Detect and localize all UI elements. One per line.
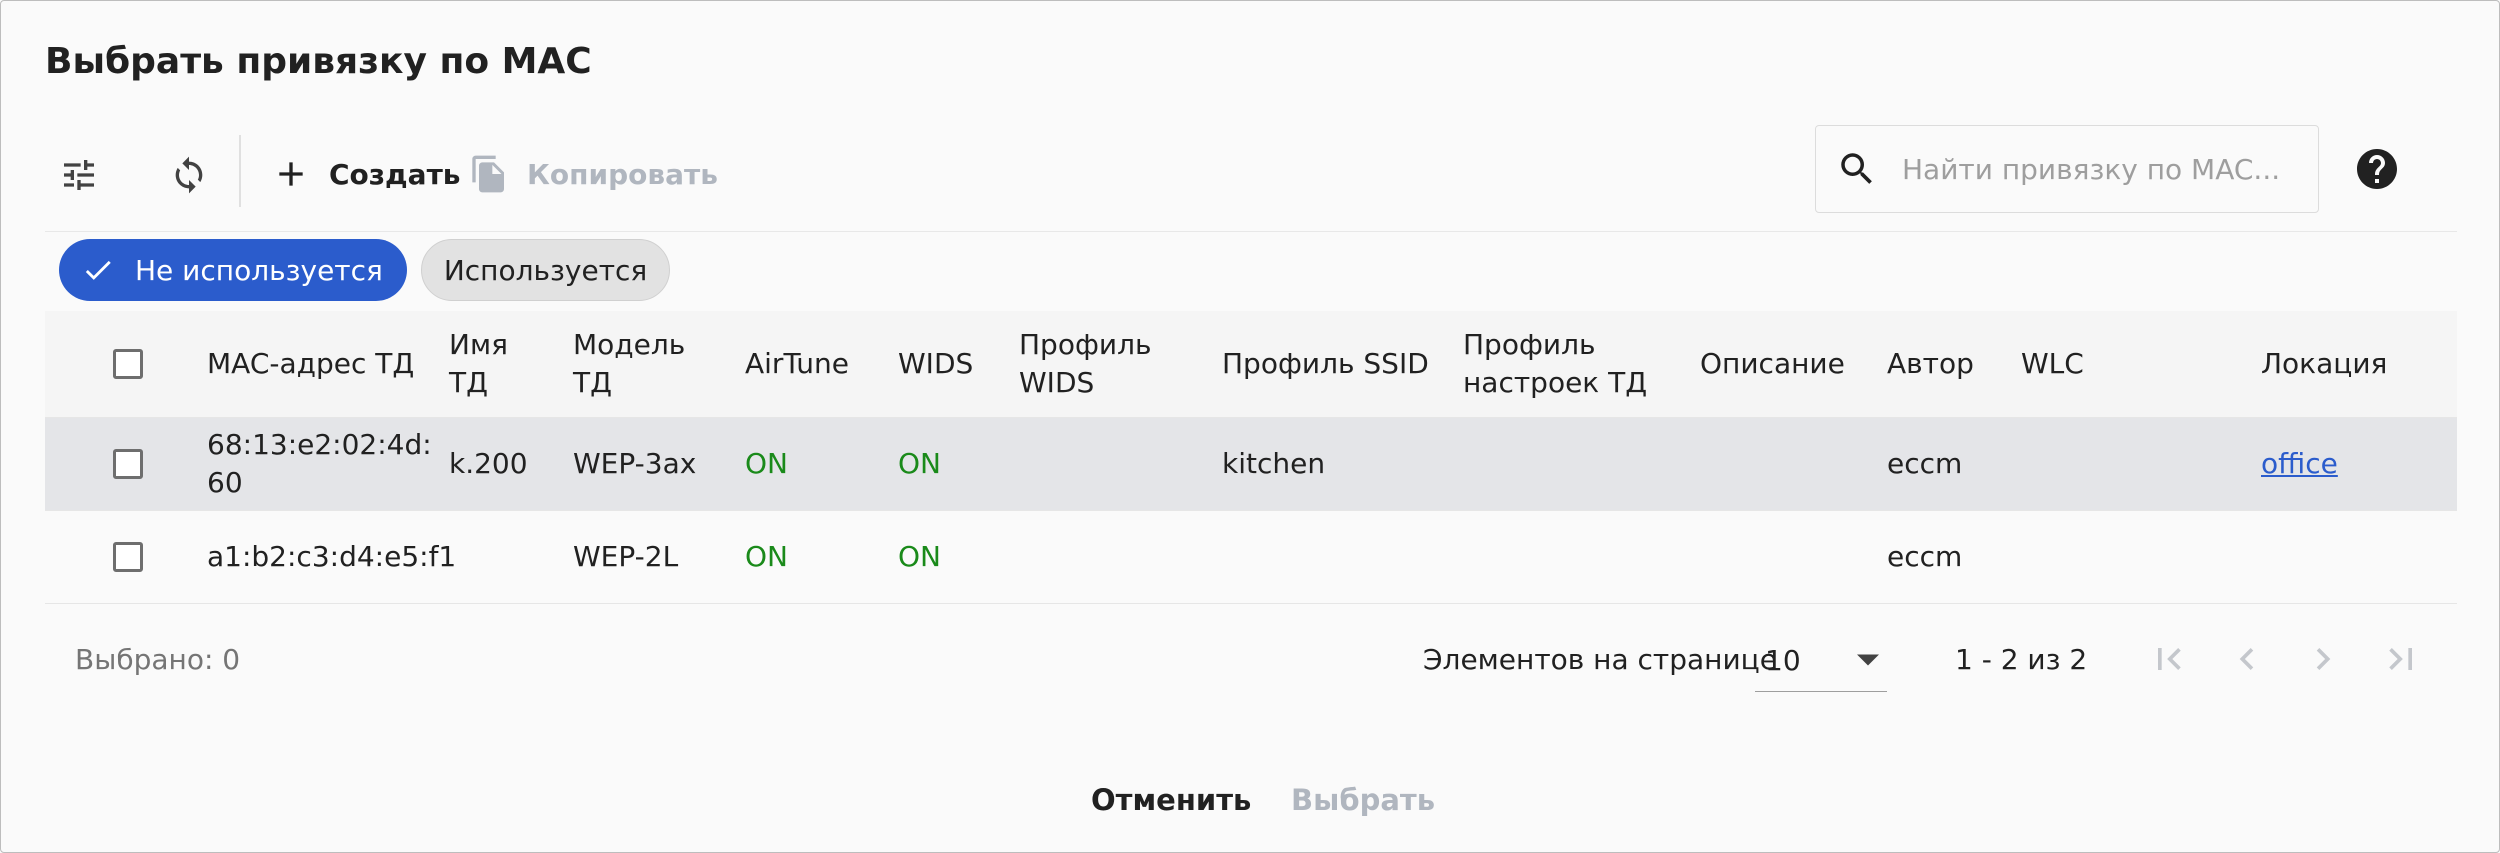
tune-icon [64, 160, 94, 190]
per-page-select[interactable]: 10 [1755, 629, 1887, 692]
copy-button[interactable]: Копировать [469, 149, 718, 199]
cell-airtune: ON [745, 540, 788, 573]
header-wlc[interactable]: WLC [2021, 311, 2141, 417]
cell-airtune: ON [745, 447, 788, 480]
dialog-actions: Отменить Выбрать [1, 777, 2500, 829]
row-checkbox-cell [113, 418, 143, 510]
header-wids-profile[interactable]: Профиль WIDS [1019, 311, 1199, 417]
prev-page-button[interactable] [2225, 637, 2269, 684]
table-header: MAC-адрес ТД Имя ТД Модель ТД AirTune WI… [45, 311, 2457, 418]
help-button[interactable] [2353, 145, 2401, 196]
header-airtune[interactable]: AirTune [745, 311, 885, 417]
cell-wids: ON [898, 540, 941, 573]
search-icon [1841, 153, 1872, 184]
table-footer: Выбрано: 0 Элементов на странице 10 1 - … [45, 611, 2457, 707]
header-description[interactable]: Описание [1700, 311, 1850, 417]
row-checkbox[interactable] [113, 542, 143, 572]
table-row[interactable]: a1:b2:c3:d4:e5:f1 WEP-2L ON ON eccm [45, 511, 2457, 604]
cell-name: k.200 [449, 447, 528, 480]
copy-label: Копировать [527, 157, 718, 191]
cancel-button[interactable]: Отменить [1091, 783, 1251, 817]
header-author[interactable]: Автор [1887, 311, 1997, 417]
location-link[interactable]: office [2261, 445, 2338, 483]
dialog-title: Выбрать привязку по MAC [45, 41, 592, 82]
mac-binding-table: MAC-адрес ТД Имя ТД Модель ТД AirTune WI… [45, 311, 2457, 604]
row-checkbox-cell [113, 511, 143, 603]
cell-author: eccm [1887, 447, 1963, 480]
header-location[interactable]: Локация [2261, 311, 2441, 417]
toolbar-divider [239, 135, 241, 207]
first-page-button[interactable] [2147, 637, 2191, 684]
mac-binding-dialog: Выбрать привязку по MAC Создать Копирова… [0, 0, 2500, 853]
cell-model: WEP-2L [573, 540, 679, 573]
chip-not-used-label: Не используется [135, 253, 383, 287]
plus-icon [279, 162, 303, 186]
row-checkbox[interactable] [113, 449, 143, 479]
selected-count: Выбрано: 0 [75, 643, 241, 676]
select-all-checkbox[interactable] [113, 349, 143, 379]
cell-ssid-profile: kitchen [1222, 447, 1326, 480]
cell-location: office [2261, 418, 2338, 510]
toolbar: Создать Копировать [45, 119, 2457, 232]
table-row[interactable]: 68:13:e2:02:4d:60 k.200 WEP-3ax ON ON ki… [45, 418, 2457, 511]
sync-icon [175, 156, 203, 194]
refresh-button[interactable] [169, 155, 209, 195]
search-box [1815, 125, 2319, 213]
chip-used[interactable]: Используется [420, 239, 671, 301]
chevron-left-icon [2239, 648, 2254, 670]
chip-used-label: Используется [443, 253, 648, 287]
cell-mac: a1:b2:c3:d4:e5:f1 [207, 540, 457, 573]
per-page-label: Элементов на странице [1423, 643, 1777, 676]
copy-icon [472, 155, 504, 193]
header-settings-profile[interactable]: Профиль настроек ТД [1463, 311, 1663, 417]
cell-author: eccm [1887, 540, 1963, 573]
last-page-icon [2389, 648, 2412, 670]
filter-settings-button[interactable] [59, 155, 99, 195]
last-page-button[interactable] [2379, 637, 2423, 684]
filter-chips: Не используется Используется [59, 239, 684, 303]
header-mac[interactable]: MAC-адрес ТД [207, 311, 447, 417]
chip-not-used[interactable]: Не используется [59, 239, 407, 301]
per-page-value: 10 [1765, 643, 1801, 677]
select-all-cell [113, 311, 143, 417]
header-wids[interactable]: WIDS [898, 311, 1008, 417]
first-page-icon [2158, 648, 2181, 670]
cell-model: WEP-3ax [573, 447, 697, 480]
cell-mac: 68:13:e2:02:4d:60 [207, 428, 432, 499]
cell-wids: ON [898, 447, 941, 480]
create-button[interactable]: Создать [271, 149, 461, 199]
create-label: Создать [329, 157, 461, 191]
page-range: 1 - 2 из 2 [1955, 643, 2088, 676]
header-ssid-profile[interactable]: Профиль SSID [1222, 311, 1442, 417]
header-name[interactable]: Имя ТД [449, 311, 549, 417]
chevron-right-icon [2316, 648, 2331, 670]
dropdown-arrow-icon [1857, 654, 1879, 666]
help-circle-icon [2357, 149, 2397, 189]
header-model[interactable]: Модель ТД [573, 311, 703, 417]
next-page-button[interactable] [2301, 637, 2345, 684]
search-input[interactable] [1900, 146, 2304, 192]
check-icon [85, 260, 111, 280]
select-button[interactable]: Выбрать [1291, 783, 1435, 817]
